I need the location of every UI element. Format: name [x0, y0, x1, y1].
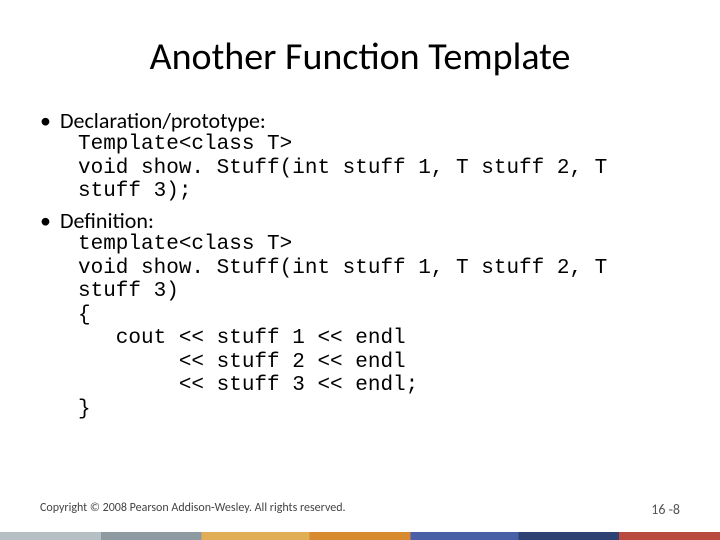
bullet-definition: • Definition: — [40, 208, 680, 233]
slide: Another Function Template • Declaration/… — [0, 0, 720, 540]
bullet-mark-icon: • — [40, 208, 60, 233]
copyright-text: Copyright © 2008 Pearson Addison-Wesley.… — [40, 501, 346, 518]
bullet-label: Declaration/prototype: — [60, 108, 266, 133]
page-title: Another Function Template — [40, 34, 680, 80]
bullet-declaration: • Declaration/prototype: — [40, 108, 680, 133]
decorative-bottom-bar — [0, 532, 720, 540]
code-block-definition: template<class T> void show. Stuff(int s… — [78, 233, 680, 421]
page-number: 16 -8 — [651, 501, 680, 518]
bullet-mark-icon: • — [40, 108, 60, 133]
content-area: • Declaration/prototype: Template<class … — [40, 108, 680, 421]
footer: Copyright © 2008 Pearson Addison-Wesley.… — [40, 501, 680, 518]
code-block-declaration: Template<class T> void show. Stuff(int s… — [78, 133, 680, 204]
bullet-label: Definition: — [60, 208, 154, 233]
